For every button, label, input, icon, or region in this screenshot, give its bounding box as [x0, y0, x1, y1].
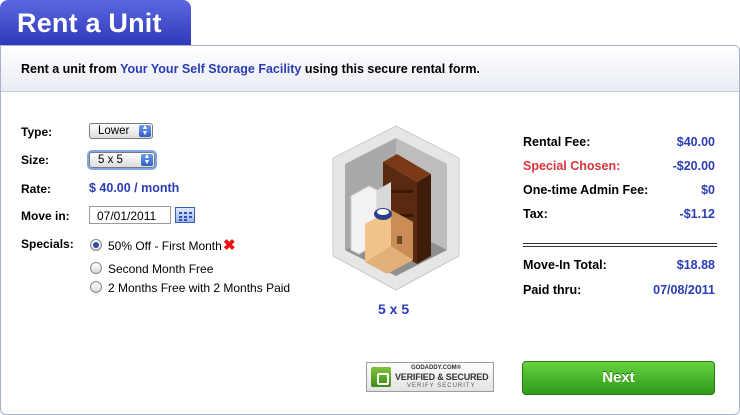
paid-thru-label: Paid thru:: [523, 283, 582, 297]
verified-secured-badge[interactable]: GODADDY.COM® VERIFIED & SECURED VERIFY S…: [366, 362, 494, 392]
badge-line3: VERIFY SECURITY: [407, 383, 476, 389]
movein-total-value: $18.88: [676, 258, 715, 272]
special-radio-2[interactable]: [90, 262, 102, 274]
special-option-3-label[interactable]: 2 Months Free with 2 Months Paid: [108, 281, 290, 295]
intro-suffix: using this secure rental form.: [301, 62, 480, 76]
admin-fee-label: One-time Admin Fee:: [523, 183, 649, 197]
special-radio-3[interactable]: [90, 281, 102, 293]
size-select[interactable]: 5 x 5 ▲ ▼: [89, 152, 155, 168]
calendar-icon[interactable]: [175, 207, 195, 223]
movein-date-input[interactable]: 07/01/2011: [89, 206, 171, 224]
tax-label: Tax:: [523, 207, 548, 221]
storage-unit-illustration: [332, 125, 460, 291]
movein-label: Move in:: [21, 209, 70, 223]
specials-label: Specials:: [21, 237, 74, 251]
badge-line1: GODADDY.COM®: [411, 365, 462, 371]
type-label: Type:: [21, 125, 53, 139]
special-option-1-label[interactable]: 50% Off - First Month: [108, 239, 222, 253]
intro-bar: Rent a unit from Your Your Self Storage …: [1, 46, 739, 92]
type-select-value: Lower: [98, 125, 130, 137]
rental-form-panel: Rent a unit from Your Your Self Storage …: [0, 45, 740, 415]
special-option-2-label[interactable]: Second Month Free: [108, 262, 213, 276]
special-chosen-value: -$20.00: [672, 159, 715, 173]
page-title-tab: Rent a Unit: [0, 0, 191, 46]
facility-link[interactable]: Your Your Self Storage Facility: [120, 62, 301, 76]
select-arrows-icon: ▲ ▼: [141, 153, 153, 166]
unit-size-caption: 5 x 5: [378, 301, 410, 317]
size-label: Size:: [21, 153, 50, 167]
movein-date-value: 07/01/2011: [97, 209, 157, 223]
admin-fee-value: $0: [701, 183, 715, 197]
rental-fee-label: Rental Fee:: [523, 135, 591, 149]
next-button[interactable]: Next: [522, 361, 715, 395]
remove-special-icon[interactable]: ✖: [223, 236, 236, 254]
paid-thru-value: 07/08/2011: [653, 283, 715, 297]
rate-label: Rate:: [21, 182, 52, 196]
size-select-value: 5 x 5: [98, 154, 123, 166]
lock-icon: [371, 367, 391, 387]
type-select[interactable]: Lower ▲ ▼: [89, 123, 153, 139]
select-arrows-icon: ▲ ▼: [139, 124, 151, 137]
movein-total-label: Move-In Total:: [523, 258, 607, 272]
total-divider: [523, 243, 717, 247]
rental-fee-value: $40.00: [676, 135, 715, 149]
badge-line2: VERIFIED & SECURED: [395, 372, 489, 382]
page-title: Rent a Unit: [17, 8, 162, 38]
intro-prefix: Rent a unit from: [21, 62, 121, 76]
rate-value: $ 40.00 / month: [89, 181, 180, 195]
special-radio-1[interactable]: [90, 239, 102, 251]
tax-value: -$1.12: [679, 207, 715, 221]
special-chosen-label: Special Chosen:: [523, 159, 621, 173]
